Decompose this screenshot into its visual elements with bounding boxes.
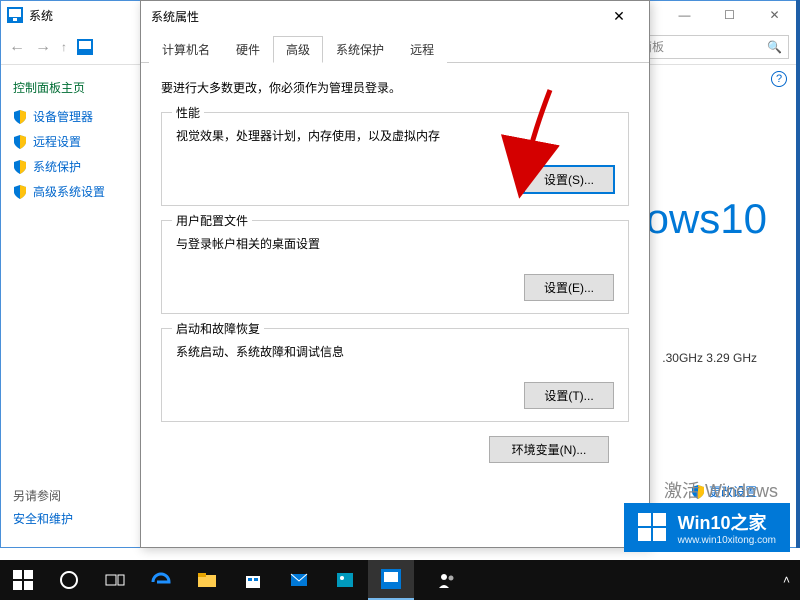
minimize-button[interactable]: — <box>662 1 707 29</box>
cp-window-buttons: — ☐ ✕ <box>662 1 797 29</box>
tray-chevron-icon[interactable]: ˄ <box>783 573 790 587</box>
sidebar-item-label: 设备管理器 <box>33 108 93 125</box>
see-also-header: 另请参阅 <box>13 487 73 504</box>
performance-settings-button[interactable]: 设置(S)... <box>524 166 614 193</box>
see-also-section: 另请参阅 安全和维护 <box>13 487 73 527</box>
group-legend: 性能 <box>172 104 204 121</box>
tab-advanced[interactable]: 高级 <box>273 36 323 63</box>
up-button[interactable]: ↑ <box>61 40 67 54</box>
sidebar-item-protection[interactable]: 系统保护 <box>13 158 149 175</box>
dialog-title: 系统属性 <box>151 8 199 25</box>
sidebar-item-device-manager[interactable]: 设备管理器 <box>13 108 149 125</box>
sidebar-header[interactable]: 控制面板主页 <box>13 79 149 96</box>
admin-note: 要进行大多数更改，你必须作为管理员登录。 <box>161 79 629 96</box>
shield-icon <box>13 135 27 149</box>
brand-text: Win10之家 www.win10xitong.com <box>678 509 776 546</box>
system-properties-dialog: 系统属性 ✕ 计算机名 硬件 高级 系统保护 远程 要进行大多数更改，你必须作为… <box>140 0 650 548</box>
userprofile-settings-button[interactable]: 设置(E)... <box>524 274 614 301</box>
back-button[interactable]: ← <box>9 38 25 56</box>
mail-button[interactable] <box>276 560 322 600</box>
sidebar-item-label: 高级系统设置 <box>33 183 105 200</box>
group-desc: 与登录帐户相关的桌面设置 <box>176 235 614 252</box>
cp-title: 系统 <box>29 7 53 24</box>
sidebar-item-label: 系统保护 <box>33 158 81 175</box>
see-also-link[interactable]: 安全和维护 <box>13 512 73 526</box>
taskview-button[interactable] <box>92 560 138 600</box>
site-brand-overlay: Win10之家 www.win10xitong.com <box>624 503 790 552</box>
group-legend: 启动和故障恢复 <box>172 320 264 337</box>
cp-sidebar: 控制面板主页 设备管理器 远程设置 系统保护 高级系统设置 另请参阅 安全和维护 <box>1 65 161 547</box>
group-user-profiles: 用户配置文件 与登录帐户相关的桌面设置 设置(E)... <box>161 220 629 314</box>
cortana-button[interactable] <box>46 560 92 600</box>
shield-icon <box>13 185 27 199</box>
dialog-body: 要进行大多数更改，你必须作为管理员登录。 性能 视觉效果，处理器计划，内存使用，… <box>141 63 649 479</box>
sidebar-item-advanced[interactable]: 高级系统设置 <box>13 183 149 200</box>
group-desc: 视觉效果，处理器计划，内存使用，以及虚拟内存 <box>176 127 614 144</box>
dialog-tabs: 计算机名 硬件 高级 系统保护 远程 <box>141 35 649 63</box>
shield-icon <box>13 160 27 174</box>
dialog-titlebar: 系统属性 ✕ <box>141 1 649 31</box>
sidebar-item-remote[interactable]: 远程设置 <box>13 133 149 150</box>
brand-name: Win10之家 <box>678 509 776 535</box>
brand-url: www.win10xitong.com <box>678 535 776 546</box>
start-button[interactable] <box>0 560 46 600</box>
tab-system-protection[interactable]: 系统保护 <box>323 36 397 63</box>
system-icon <box>7 7 23 23</box>
help-icon[interactable]: ? <box>771 71 787 87</box>
group-legend: 用户配置文件 <box>172 212 252 229</box>
people-button[interactable] <box>424 560 470 600</box>
environment-variables-button[interactable]: 环境变量(N)... <box>489 436 609 463</box>
shield-icon <box>13 110 27 124</box>
maximize-button[interactable]: ☐ <box>707 1 752 29</box>
group-performance: 性能 视觉效果，处理器计划，内存使用，以及虚拟内存 设置(S)... <box>161 112 629 206</box>
system-icon-small <box>77 39 93 55</box>
explorer-button[interactable] <box>184 560 230 600</box>
tab-hardware[interactable]: 硬件 <box>223 36 273 63</box>
dialog-close-button[interactable]: ✕ <box>599 1 639 31</box>
tab-remote[interactable]: 远程 <box>397 36 447 63</box>
edge-button[interactable] <box>138 560 184 600</box>
group-startup-recovery: 启动和故障恢复 系统启动、系统故障和调试信息 设置(T)... <box>161 328 629 422</box>
group-desc: 系统启动、系统故障和调试信息 <box>176 343 614 360</box>
cpu-info: .30GHz 3.29 GHz <box>662 351 757 365</box>
system-tray[interactable]: ˄ <box>783 573 800 587</box>
taskbar: ˄ <box>0 560 800 600</box>
startup-settings-button[interactable]: 设置(T)... <box>524 382 614 409</box>
forward-button[interactable]: → <box>35 38 51 56</box>
search-icon: 🔍 <box>767 40 782 54</box>
tab-computer-name[interactable]: 计算机名 <box>149 36 223 63</box>
sidebar-item-label: 远程设置 <box>33 133 81 150</box>
windows-logo-icon <box>638 513 668 543</box>
store-button[interactable] <box>230 560 276 600</box>
desktop-edge <box>796 0 800 548</box>
photos-button[interactable] <box>322 560 368 600</box>
settings-button[interactable] <box>368 560 414 600</box>
close-button[interactable]: ✕ <box>752 1 797 29</box>
